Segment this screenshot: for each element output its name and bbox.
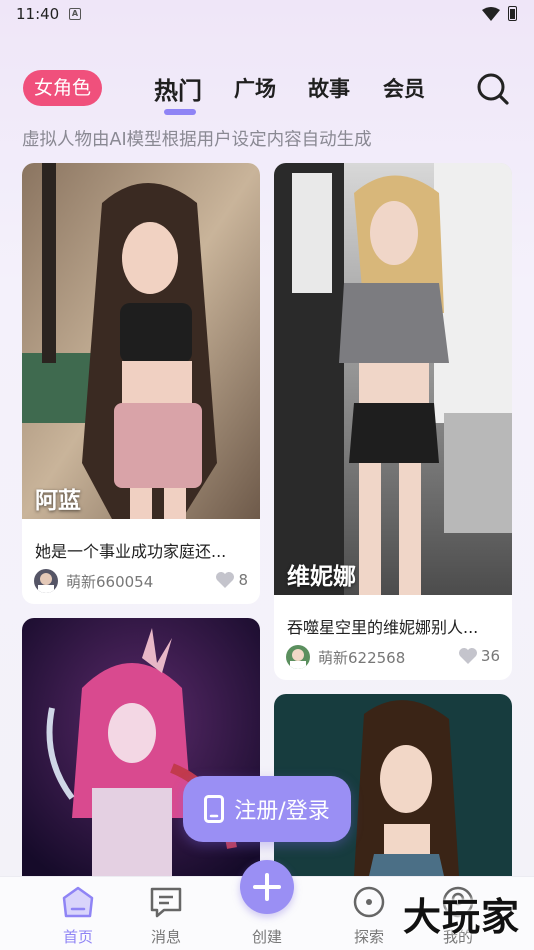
character-card[interactable]: 维妮娜 吞噬星空里的维妮娜别人... 萌新622568 36 — [274, 163, 512, 680]
character-image — [274, 163, 512, 595]
wifi-icon — [482, 7, 500, 21]
like-count-value: 8 — [238, 571, 248, 589]
explore-icon — [353, 886, 385, 918]
nav-messages-label: 消息 — [150, 928, 181, 946]
author-name: 萌新660054 — [66, 573, 154, 591]
create-button[interactable] — [240, 860, 294, 914]
top-nav: 女角色 热门 广场 故事 会员 — [0, 64, 534, 115]
tab-square[interactable]: 广场 — [234, 73, 276, 103]
character-description: 吞噬星空里的维妮娜别人... — [287, 618, 479, 637]
status-bar: 11:40 A — [0, 0, 534, 30]
nav-home-label: 首页 — [62, 928, 93, 946]
nav-explore[interactable]: 探索 — [329, 877, 409, 950]
avatar — [34, 569, 58, 593]
character-description: 她是一个事业成功家庭还... — [35, 542, 227, 561]
like-count-value: 36 — [480, 647, 500, 665]
author-name: 萌新622568 — [318, 649, 406, 667]
character-image — [22, 163, 260, 519]
heart-icon — [216, 572, 235, 588]
tab-member[interactable]: 会员 — [383, 73, 425, 103]
role-filter-pill[interactable]: 女角色 — [23, 70, 102, 106]
character-card[interactable]: 阿蓝 她是一个事业成功家庭还... 萌新660054 8 — [22, 163, 260, 604]
phone-icon — [204, 795, 225, 823]
message-icon — [150, 887, 182, 918]
status-time: 11:40 — [16, 5, 60, 23]
disclaimer-text: 虚拟人物由AI模型根据用户设定内容自动生成 — [22, 130, 372, 150]
login-register-label: 注册/登录 — [234, 799, 330, 824]
home-icon — [62, 886, 94, 918]
heart-icon — [458, 648, 477, 664]
nav-explore-label: 探索 — [353, 928, 384, 946]
notification-icon: A — [69, 8, 81, 20]
character-name: 阿蓝 — [35, 488, 81, 514]
active-tab-indicator — [164, 109, 196, 115]
plus-icon — [253, 873, 281, 901]
login-register-button[interactable]: 注册/登录 — [183, 776, 351, 842]
character-name: 维妮娜 — [287, 564, 356, 590]
watermark: 大玩家 — [402, 895, 520, 939]
tab-story[interactable]: 故事 — [308, 73, 350, 103]
like-count[interactable]: 36 — [458, 647, 500, 665]
like-count[interactable]: 8 — [215, 571, 248, 589]
battery-icon — [508, 6, 517, 21]
nav-messages[interactable]: 消息 — [126, 877, 206, 950]
tab-hot[interactable]: 热门 — [154, 71, 202, 106]
avatar — [286, 645, 310, 669]
search-icon[interactable] — [476, 72, 510, 106]
nav-home[interactable]: 首页 — [38, 877, 118, 950]
nav-create-label: 创建 — [251, 928, 282, 946]
